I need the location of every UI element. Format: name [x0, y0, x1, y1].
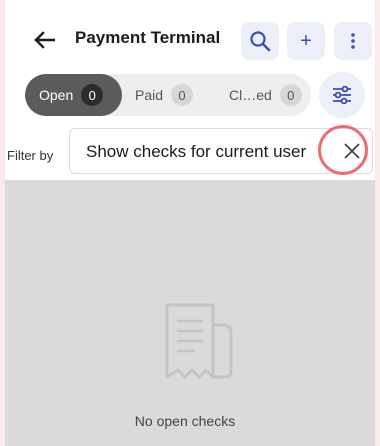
tab-closed[interactable]: Cl…ed 0: [221, 74, 311, 116]
sliders-icon: [333, 86, 351, 104]
app-screen: Payment Terminal + Open 0 Paid 0 Cl…ed 0…: [5, 0, 375, 446]
arrow-left-icon: [34, 31, 55, 49]
tab-open[interactable]: Open 0: [25, 74, 122, 116]
search-icon: [250, 31, 271, 52]
back-button[interactable]: [27, 22, 61, 58]
plus-icon: +: [300, 30, 312, 52]
add-check-button[interactable]: +: [287, 22, 325, 60]
filter-chip[interactable]: Show checks for current user: [69, 128, 373, 174]
tab-paid[interactable]: Paid 0: [127, 74, 217, 116]
clear-filter-button[interactable]: [335, 134, 369, 168]
receipt-icon: [165, 303, 233, 379]
page-title: Payment Terminal: [75, 28, 221, 47]
more-vertical-icon: [351, 33, 355, 49]
filter-value: Show checks for current user: [86, 142, 307, 161]
count-badge: 0: [279, 84, 302, 106]
tab-label: Paid: [135, 87, 164, 103]
tab-label: Open: [39, 87, 74, 103]
more-options-button[interactable]: [334, 22, 372, 60]
empty-state-message: No open checks: [134, 413, 236, 429]
filter-settings-button[interactable]: [319, 72, 365, 118]
count-badge: 0: [81, 84, 104, 106]
search-button[interactable]: [241, 22, 279, 60]
filter-label: Filter by: [7, 148, 54, 163]
count-badge: 0: [171, 84, 194, 106]
top-bar: Payment Terminal +: [5, 18, 375, 62]
header: Payment Terminal + Open 0 Paid 0 Cl…ed 0…: [5, 0, 375, 180]
tab-label: Cl…ed: [229, 87, 272, 103]
checks-list-area: No open checks: [5, 180, 375, 446]
close-icon: [344, 143, 360, 159]
check-status-tabs: Open 0 Paid 0 Cl…ed 0: [25, 74, 311, 116]
